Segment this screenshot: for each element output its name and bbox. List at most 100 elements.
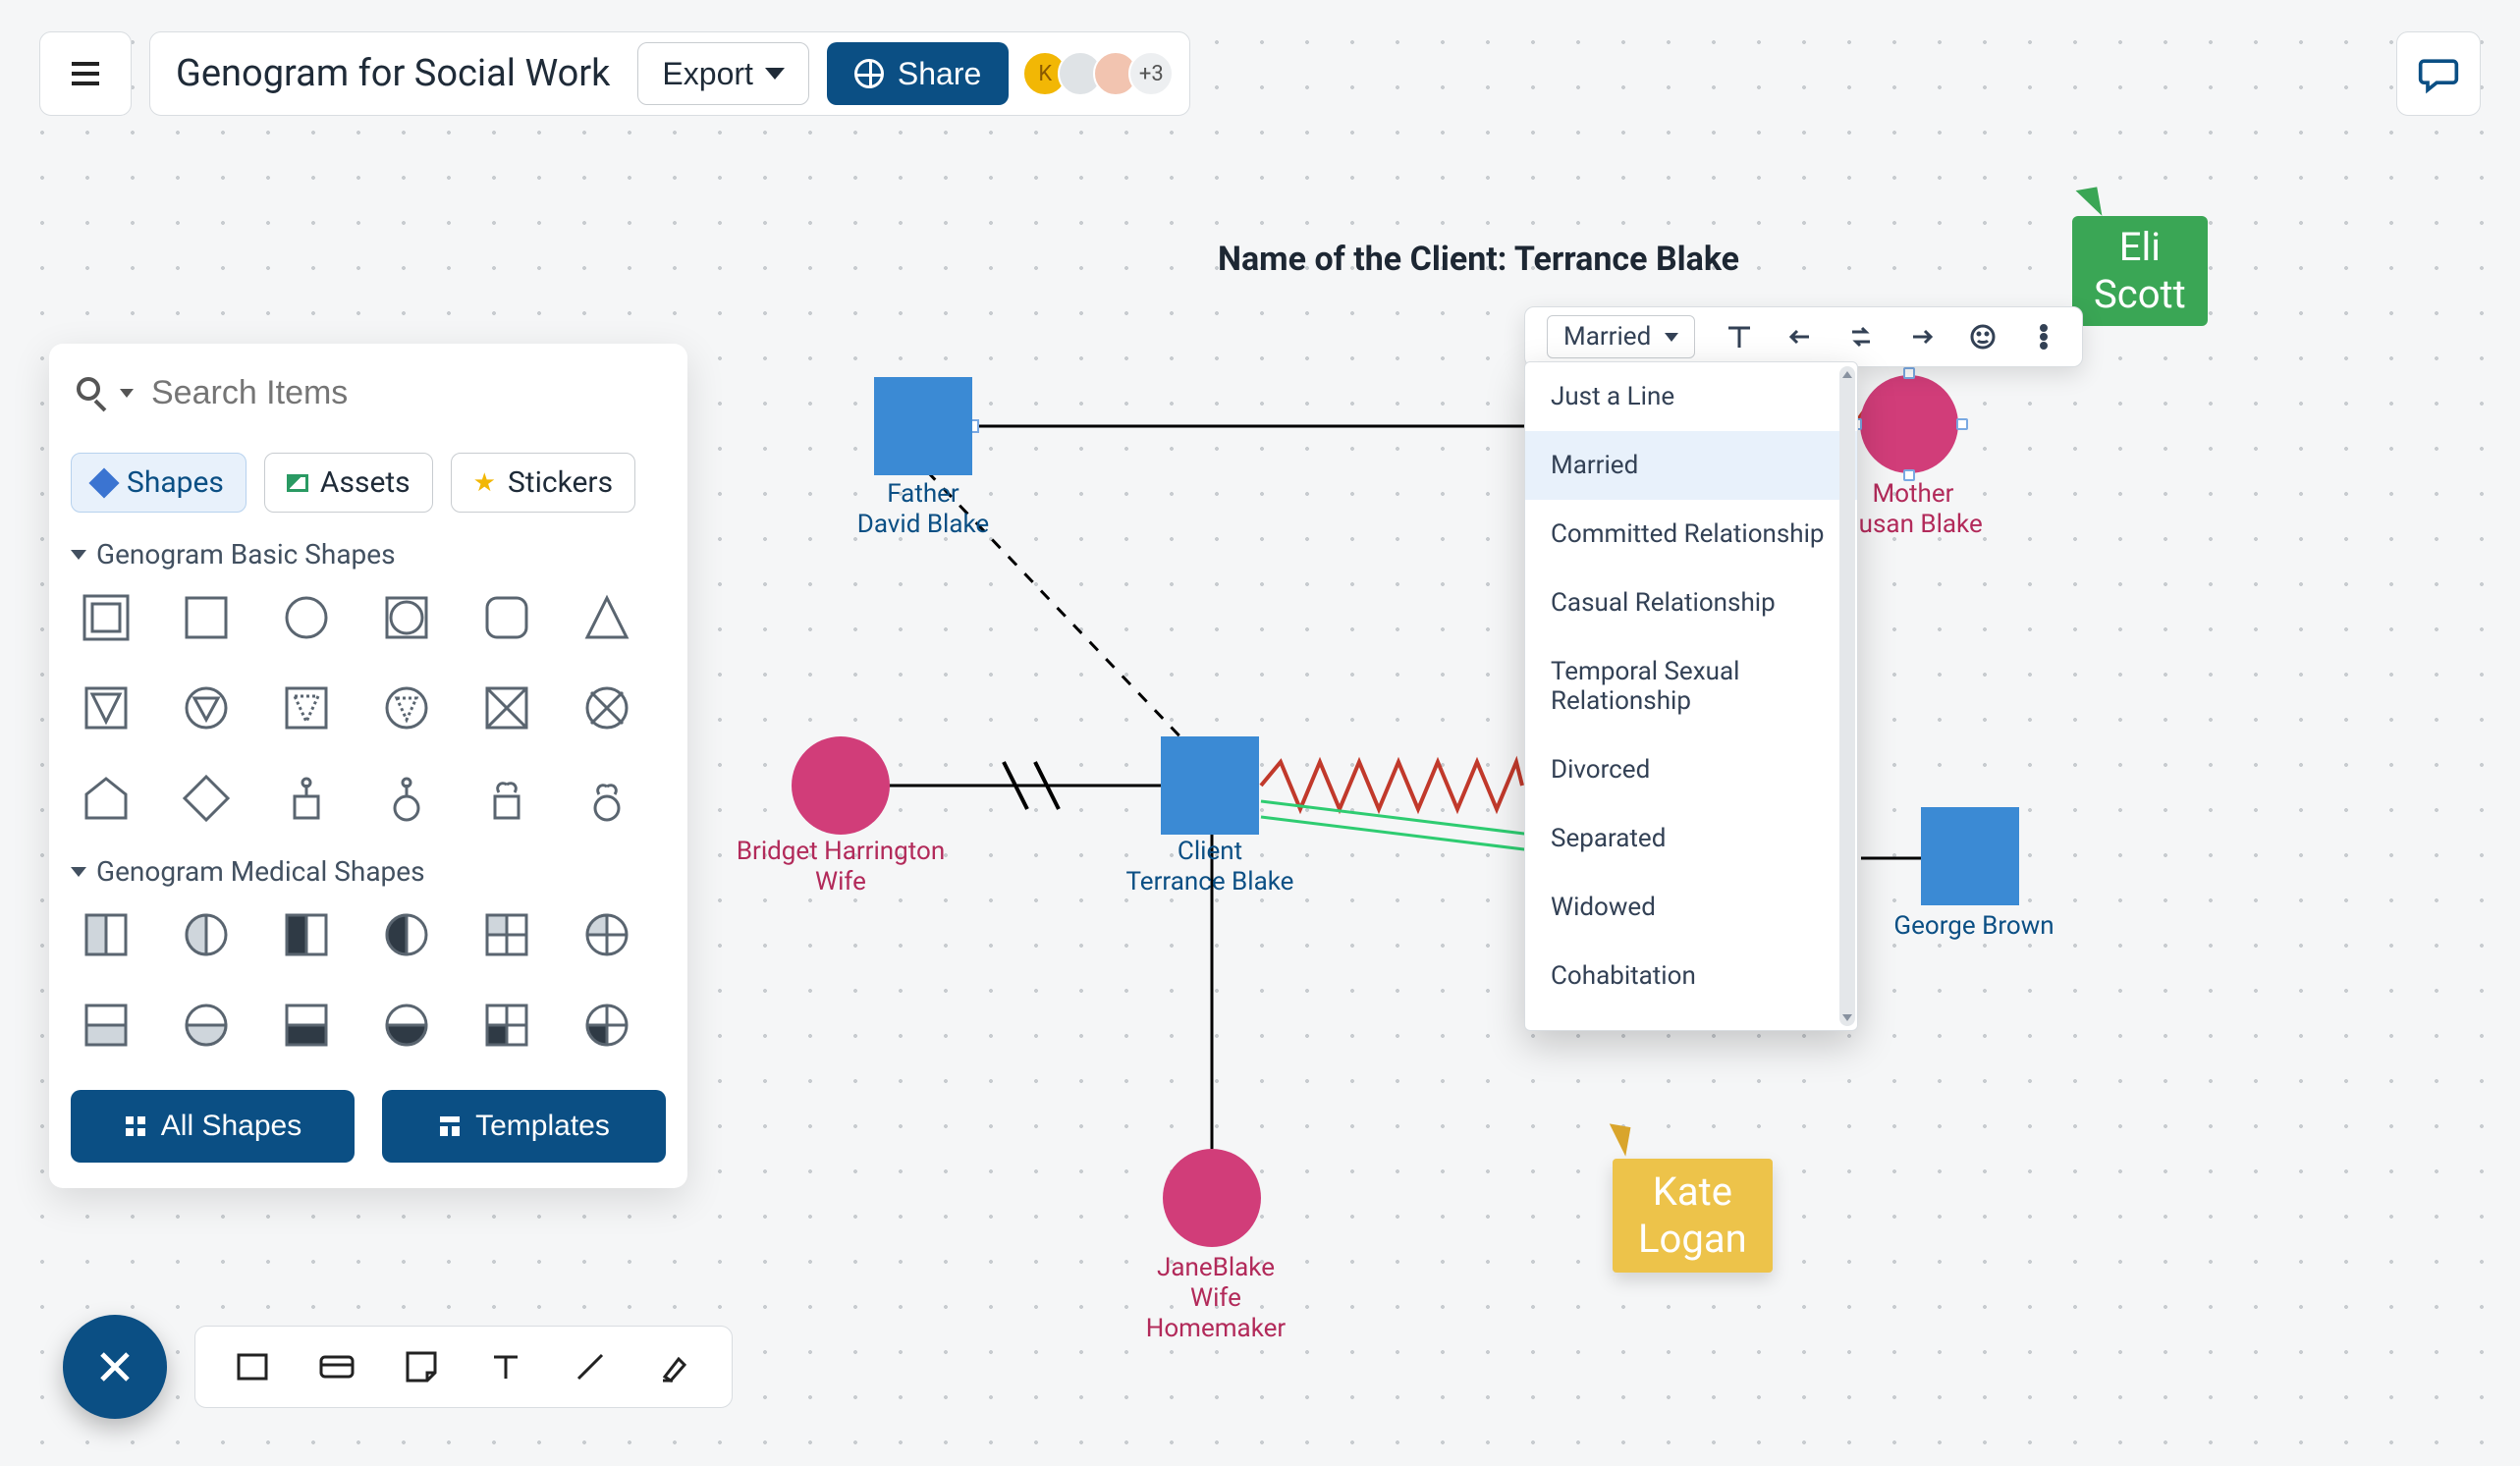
shape-med-circ-bl-quarter[interactable] (579, 998, 634, 1053)
document-title[interactable]: Genogram for Social Work (166, 52, 620, 95)
text-tool-button[interactable] (1723, 320, 1756, 353)
chevron-down-icon (71, 867, 86, 877)
tab-label: Stickers (508, 465, 613, 500)
shape-med-sq-bottom-light[interactable] (79, 998, 134, 1053)
tool-dock (194, 1326, 733, 1408)
menu-button[interactable] (39, 31, 132, 116)
node-mother[interactable] (1860, 375, 1958, 473)
export-button[interactable]: Export (637, 42, 808, 105)
node-client[interactable] (1161, 736, 1259, 835)
highlighter-tool[interactable] (653, 1345, 696, 1388)
avatar-more[interactable]: +3 (1128, 51, 1174, 96)
shape-med-sq-bl-quarter[interactable] (479, 998, 534, 1053)
section-label: Genogram Medical Shapes (96, 855, 425, 888)
sticky-note-tool[interactable] (400, 1345, 443, 1388)
diagram-title[interactable]: Name of the Client: Terrance Blake (1218, 240, 1739, 279)
arrow-start-button[interactable] (1783, 320, 1817, 353)
shape-med-sq-half-left-light[interactable] (79, 907, 134, 962)
shape-animal-3[interactable] (479, 771, 534, 826)
relationship-option[interactable]: Cohabitation (1525, 942, 1857, 1010)
shape-dotted-down-triangle-circ[interactable] (379, 680, 434, 735)
shape-med-circ-half-left-dark[interactable] (379, 907, 434, 962)
more-options-button[interactable] (2027, 320, 2060, 353)
shape-med-circ-half-left-light[interactable] (179, 907, 234, 962)
shape-animal-2[interactable] (379, 771, 434, 826)
relationship-option[interactable]: Separated (1525, 804, 1857, 873)
shape-animal-4[interactable] (579, 771, 634, 826)
arrow-end-button[interactable] (1905, 320, 1939, 353)
close-panel-button[interactable] (63, 1315, 167, 1419)
shape-circle-x[interactable] (579, 680, 634, 735)
shape-med-circ-quarter[interactable] (579, 907, 634, 962)
collaborator-avatars: K +3 (1032, 51, 1174, 96)
edge-context-toolbar: Married (1524, 306, 2083, 367)
node-wife[interactable] (1163, 1149, 1261, 1247)
scroll-down-icon[interactable] (1842, 1014, 1852, 1024)
tab-stickers[interactable]: ★Stickers (451, 453, 635, 513)
shape-med-sq-quarter[interactable] (479, 907, 534, 962)
rectangle-tool[interactable] (231, 1345, 274, 1388)
relationship-option[interactable]: Indifferent (1525, 1010, 1857, 1030)
templates-button[interactable]: Templates (382, 1090, 666, 1163)
shape-med-circ-bottom-dark[interactable] (379, 998, 434, 1053)
comments-button[interactable] (2396, 31, 2481, 116)
text-tool[interactable] (484, 1345, 527, 1388)
node-exwife[interactable] (792, 736, 890, 835)
shape-female[interactable] (279, 590, 334, 645)
shape-square-down-triangle[interactable] (79, 680, 134, 735)
label-father: FatherDavid Blake (854, 479, 992, 540)
scroll-up-icon[interactable] (1842, 368, 1852, 378)
relationship-option[interactable]: Divorced (1525, 735, 1857, 804)
shape-square-x[interactable] (479, 680, 534, 735)
search-input[interactable] (149, 373, 660, 413)
tab-assets[interactable]: Assets (264, 453, 433, 513)
emoji-button[interactable] (1966, 320, 2000, 353)
chevron-down-icon[interactable] (120, 389, 134, 398)
relationship-option[interactable]: Just a Line (1525, 362, 1857, 431)
shape-med-sq-bottom-dark[interactable] (279, 998, 334, 1053)
shape-circle-down-triangle[interactable] (179, 680, 234, 735)
top-toolbar: Genogram for Social Work Export Share K … (39, 31, 2481, 116)
close-icon (94, 1346, 136, 1387)
shape-square[interactable] (179, 590, 234, 645)
selection-handle[interactable] (1903, 367, 1915, 379)
title-cluster: Genogram for Social Work Export Share K … (149, 31, 1190, 116)
node-father[interactable] (874, 377, 972, 475)
shape-med-circ-bottom-light[interactable] (179, 998, 234, 1053)
node-george[interactable] (1921, 807, 2019, 905)
section-basic-shapes[interactable]: Genogram Basic Shapes (71, 538, 666, 570)
scrollbar[interactable] (1839, 366, 1855, 1026)
shape-dotted-down-triangle-sq[interactable] (279, 680, 334, 735)
tab-shapes[interactable]: Shapes (71, 453, 247, 513)
swap-direction-button[interactable] (1844, 320, 1878, 353)
line-tool[interactable] (569, 1345, 612, 1388)
shape-triangle[interactable] (579, 590, 634, 645)
shape-diamond[interactable] (179, 771, 234, 826)
shape-animal-1[interactable] (279, 771, 334, 826)
shapes-icon (88, 467, 119, 498)
tab-label: Assets (320, 465, 411, 500)
search-icon[interactable] (77, 377, 110, 410)
medical-shapes-grid (71, 903, 666, 1057)
section-medical-shapes[interactable]: Genogram Medical Shapes (71, 855, 666, 888)
relationship-select[interactable]: Married (1547, 315, 1695, 358)
selection-handle[interactable] (1956, 418, 1968, 430)
hamburger-icon (66, 54, 105, 93)
export-label: Export (662, 56, 752, 92)
relationship-option[interactable]: Temporal Sexual Relationship (1525, 637, 1857, 735)
relationship-option[interactable]: Married (1525, 431, 1857, 500)
relationship-option[interactable]: Casual Relationship (1525, 569, 1857, 637)
shape-male[interactable] (79, 590, 134, 645)
shape-rounded-square[interactable] (479, 590, 534, 645)
shape-pentagon[interactable] (79, 771, 134, 826)
card-tool[interactable] (315, 1345, 358, 1388)
button-label: Templates (475, 1110, 610, 1143)
shape-med-sq-half-left-dark[interactable] (279, 907, 334, 962)
shape-circle-in-square[interactable] (379, 590, 434, 645)
relationship-option[interactable]: Widowed (1525, 873, 1857, 942)
share-label: Share (898, 56, 981, 92)
bottom-dock (63, 1315, 733, 1419)
share-button[interactable]: Share (827, 42, 1009, 105)
all-shapes-button[interactable]: All Shapes (71, 1090, 355, 1163)
relationship-option[interactable]: Committed Relationship (1525, 500, 1857, 569)
